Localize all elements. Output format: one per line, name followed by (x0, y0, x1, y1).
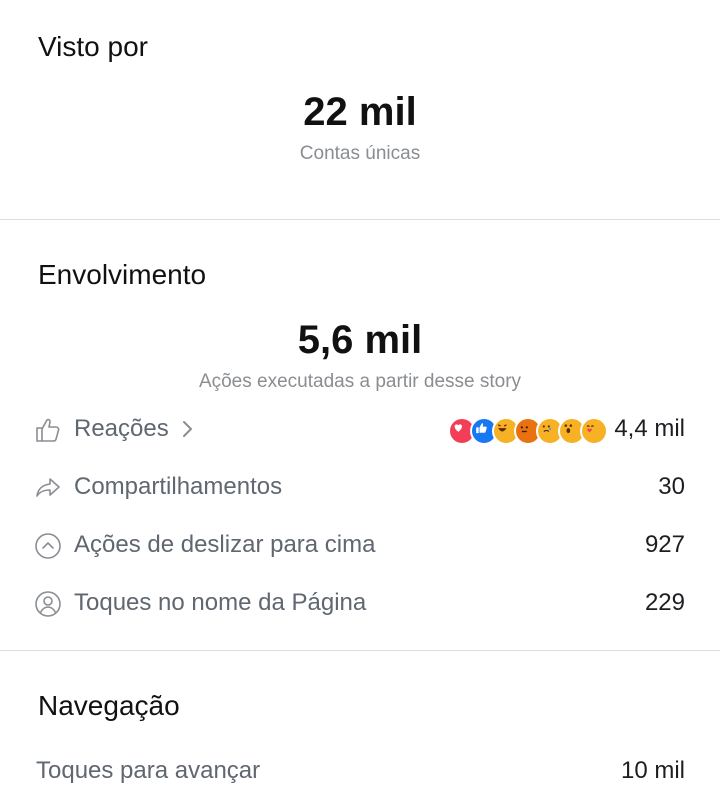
share-arrow-icon (36, 478, 60, 497)
care-reaction-icon (580, 417, 608, 445)
swipe-up-row: Ações de deslizar para cima 927 (0, 520, 720, 570)
swipe-up-icon (35, 533, 61, 559)
swipe-up-label: Ações de deslizar para cima (74, 531, 376, 558)
page-name-taps-value: 229 (644, 589, 685, 616)
thumbs-up-icon (36, 418, 60, 442)
section-divider (0, 650, 720, 651)
page-name-taps-label: Toques no nome da Página (74, 589, 367, 616)
reactions-row[interactable]: Reações 4,4 mil (0, 404, 720, 454)
chevron-right-icon (182, 421, 192, 437)
engagement-count: 5,6 mil (297, 318, 423, 362)
section-divider (0, 219, 720, 220)
shares-value: 30 (658, 473, 685, 500)
viewed-by-title: Visto por (38, 31, 148, 62)
viewed-by-count: 22 mil (303, 90, 417, 134)
shares-label: Compartilhamentos (74, 473, 283, 500)
reactions-value: 4,4 mil (614, 415, 685, 442)
profile-circle-icon (35, 591, 61, 617)
engagement-title: Envolvimento (38, 259, 207, 290)
shares-row: Compartilhamentos 30 (0, 462, 720, 512)
engagement-caption: Ações executadas a partir desse story (198, 371, 522, 392)
page-name-taps-row: Toques no nome da Página 229 (0, 578, 720, 628)
reactions-label: Reações (74, 415, 195, 443)
reaction-emojis (448, 417, 608, 445)
reactions-label-text: Reações (74, 415, 169, 442)
forward-taps-value: 10 mil (620, 757, 685, 784)
forward-taps-label: Toques para avançar (36, 757, 261, 784)
navigation-title: Navegação (38, 690, 180, 721)
forward-taps-row: Toques para avançar 10 mil (0, 746, 720, 796)
viewed-by-caption: Contas únicas (299, 143, 421, 164)
swipe-up-value: 927 (644, 531, 685, 558)
